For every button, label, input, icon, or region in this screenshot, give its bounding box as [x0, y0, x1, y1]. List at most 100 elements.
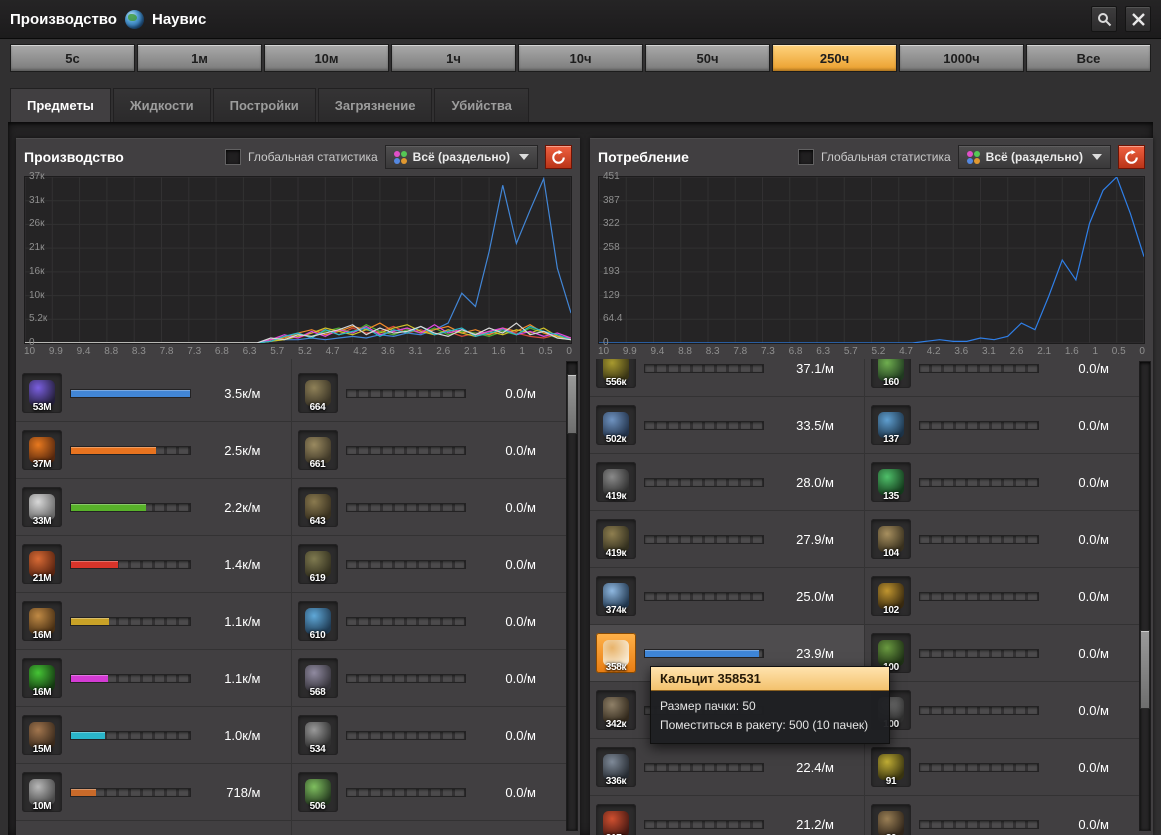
item-icon[interactable]: 137: [871, 405, 911, 445]
scrollbar-track[interactable]: [566, 361, 578, 831]
list-item[interactable]: 33M2.2к/м: [16, 479, 291, 536]
tab-0[interactable]: Предметы: [10, 88, 111, 122]
list-item[interactable]: 21M1.4к/м: [16, 536, 291, 593]
item-icon[interactable]: 358к: [596, 633, 636, 673]
item-icon[interactable]: 80: [871, 804, 911, 835]
time-button-2[interactable]: 10м: [264, 44, 389, 72]
item-icon[interactable]: 16M: [22, 601, 62, 641]
close-button[interactable]: [1125, 6, 1151, 32]
list-item[interactable]: 16M1.1к/м: [16, 593, 291, 650]
list-item[interactable]: 1020.0/м: [865, 568, 1139, 625]
item-icon[interactable]: 317к: [596, 804, 636, 835]
filter-dropdown[interactable]: Всё (раздельно): [385, 145, 538, 169]
list-item[interactable]: 419к28.0/м: [590, 454, 864, 511]
list-item[interactable]: 5340.0/м: [292, 707, 567, 764]
time-button-4[interactable]: 10ч: [518, 44, 643, 72]
item-icon[interactable]: 556к: [596, 359, 636, 388]
list-item[interactable]: 800.0/м: [865, 796, 1139, 835]
time-button-7[interactable]: 1000ч: [899, 44, 1024, 72]
list-item[interactable]: 6640.0/м: [292, 365, 567, 422]
list-item[interactable]: 419к27.9/м: [590, 511, 864, 568]
time-button-1[interactable]: 1м: [137, 44, 262, 72]
item-icon[interactable]: 10M: [22, 772, 62, 812]
item-icon[interactable]: 104: [871, 519, 911, 559]
global-stats-checkbox[interactable]: [798, 149, 814, 165]
item-icon[interactable]: 664: [298, 373, 338, 413]
item-icon[interactable]: 661: [298, 430, 338, 470]
item-icon[interactable]: 534: [298, 715, 338, 755]
filter-dropdown[interactable]: Всё (раздельно): [958, 145, 1111, 169]
list-item[interactable]: 374к25.0/м: [590, 568, 864, 625]
x-axis-label: 0: [1139, 346, 1145, 357]
item-icon[interactable]: 21M: [22, 544, 62, 584]
list-item[interactable]: 1000.0/м: [865, 625, 1139, 682]
item-icon[interactable]: 135: [871, 462, 911, 502]
list-item[interactable]: 1350.0/м: [865, 454, 1139, 511]
item-bar: [919, 649, 1039, 658]
item-icon[interactable]: 506: [298, 772, 338, 812]
list-item[interactable]: 910.0/м: [865, 739, 1139, 796]
list-item[interactable]: 502к33.5/м: [590, 397, 864, 454]
time-button-0[interactable]: 5с: [10, 44, 135, 72]
item-bar: [346, 560, 467, 569]
list-item[interactable]: 1000.0/м: [865, 682, 1139, 739]
global-stats-checkbox[interactable]: [225, 149, 241, 165]
item-icon[interactable]: 100: [871, 690, 911, 730]
list-item[interactable]: 5060.0/м: [292, 764, 567, 821]
list-item[interactable]: 5680.0/м: [292, 650, 567, 707]
refresh-button[interactable]: [545, 145, 572, 169]
time-button-3[interactable]: 1ч: [391, 44, 516, 72]
item-icon[interactable]: 15M: [22, 715, 62, 755]
list-item[interactable]: 6100.0/м: [292, 593, 567, 650]
item-icon[interactable]: 419к: [596, 519, 636, 559]
item-icon[interactable]: 100: [871, 633, 911, 673]
all-separate-icon: [967, 151, 980, 164]
time-button-5[interactable]: 50ч: [645, 44, 770, 72]
tab-1[interactable]: Жидкости: [113, 88, 211, 122]
list-item[interactable]: 37M2.5к/м: [16, 422, 291, 479]
list-item[interactable]: 556к37.1/м: [590, 359, 864, 397]
list-item[interactable]: 336к22.4/м: [590, 739, 864, 796]
list-item[interactable]: 1040.0/м: [865, 511, 1139, 568]
list-item[interactable]: 53M3.5к/м: [16, 365, 291, 422]
item-icon[interactable]: 33M: [22, 487, 62, 527]
list-item[interactable]: 6610.0/м: [292, 422, 567, 479]
item-icon[interactable]: 643: [298, 487, 338, 527]
item-icon[interactable]: 619: [298, 544, 338, 584]
item-icon[interactable]: 610: [298, 601, 338, 641]
list-item[interactable]: 1370.0/м: [865, 397, 1139, 454]
list-item[interactable]: 15M1.0к/м: [16, 707, 291, 764]
tab-4[interactable]: Убийства: [434, 88, 528, 122]
list-item[interactable]: 342к: [590, 682, 864, 739]
scrollbar-handle[interactable]: [1140, 630, 1150, 709]
item-icon[interactable]: 342к: [596, 690, 636, 730]
item-icon[interactable]: 16M: [22, 658, 62, 698]
list-item[interactable]: 6430.0/м: [292, 479, 567, 536]
item-icon[interactable]: 91: [871, 747, 911, 787]
refresh-button[interactable]: [1118, 145, 1145, 169]
item-icon[interactable]: 53M: [22, 373, 62, 413]
list-item[interactable]: 160 0.0/м: [865, 359, 1139, 397]
list-item[interactable]: 16M1.1к/м: [16, 650, 291, 707]
search-button[interactable]: [1091, 6, 1117, 32]
item-icon[interactable]: 37M: [22, 430, 62, 470]
time-button-6[interactable]: 250ч: [772, 44, 897, 72]
tab-3[interactable]: Загрязнение: [318, 88, 433, 122]
item-icon[interactable]: 502к: [596, 405, 636, 445]
list-item[interactable]: 6190.0/м: [292, 536, 567, 593]
list-item[interactable]: 10M718/м: [16, 764, 291, 821]
item-rate: 0.0/м: [1047, 361, 1109, 376]
item-icon[interactable]: 374к: [596, 576, 636, 616]
item-icon[interactable]: 568: [298, 658, 338, 698]
item-icon[interactable]: 419к: [596, 462, 636, 502]
list-item[interactable]: 317к21.2/м: [590, 796, 864, 835]
item-icon[interactable]: 336к: [596, 747, 636, 787]
scrollbar-handle[interactable]: [567, 374, 577, 434]
filter-dropdown-label: Всё (раздельно): [413, 150, 510, 164]
item-icon[interactable]: 160: [871, 359, 911, 388]
list-item[interactable]: 358к23.9/м: [590, 625, 864, 682]
time-button-8[interactable]: Все: [1026, 44, 1151, 72]
tab-2[interactable]: Постройки: [213, 88, 316, 122]
item-icon[interactable]: 102: [871, 576, 911, 616]
scrollbar-track[interactable]: [1139, 361, 1151, 831]
